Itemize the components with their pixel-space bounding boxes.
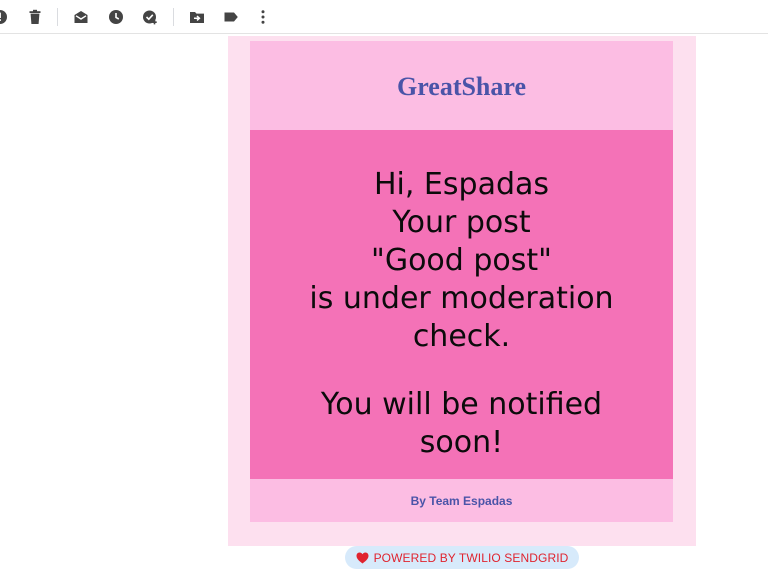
toolbar-separator [173, 8, 174, 26]
email-footer: By Team Espadas [250, 479, 673, 522]
notice-line: soon! [419, 425, 504, 460]
toolbar-separator [57, 8, 58, 26]
message-toolbar [0, 0, 768, 34]
signature: By Team Espadas [410, 493, 513, 508]
move-to-icon[interactable] [189, 9, 205, 25]
add-task-icon[interactable] [142, 9, 158, 25]
brand-title: GreatShare [396, 71, 527, 101]
message-line: is under moderation [309, 281, 614, 316]
mark-unread-icon[interactable] [73, 9, 89, 25]
delete-icon[interactable] [27, 9, 43, 25]
label-icon[interactable] [223, 9, 239, 25]
email-header: GreatShare [250, 41, 673, 130]
powered-by-badge[interactable]: POWERED BY TWILIO SENDGRID [345, 546, 579, 569]
heart-icon [356, 552, 369, 563]
powered-by-text: POWERED BY TWILIO SENDGRID [373, 550, 569, 565]
report-spam-icon[interactable] [0, 9, 8, 25]
message-line: check. [412, 319, 511, 354]
email-message: Hi, Espadas Your post "Good post" is und… [250, 130, 673, 479]
message-line: Hi, Espadas [373, 167, 550, 202]
message-line: Your post [392, 205, 531, 240]
notice-line: You will be notified [320, 387, 603, 422]
message-gap [250, 356, 673, 386]
snooze-icon[interactable] [108, 9, 124, 25]
more-options-icon[interactable] [255, 9, 271, 25]
message-line: "Good post" [371, 243, 552, 278]
